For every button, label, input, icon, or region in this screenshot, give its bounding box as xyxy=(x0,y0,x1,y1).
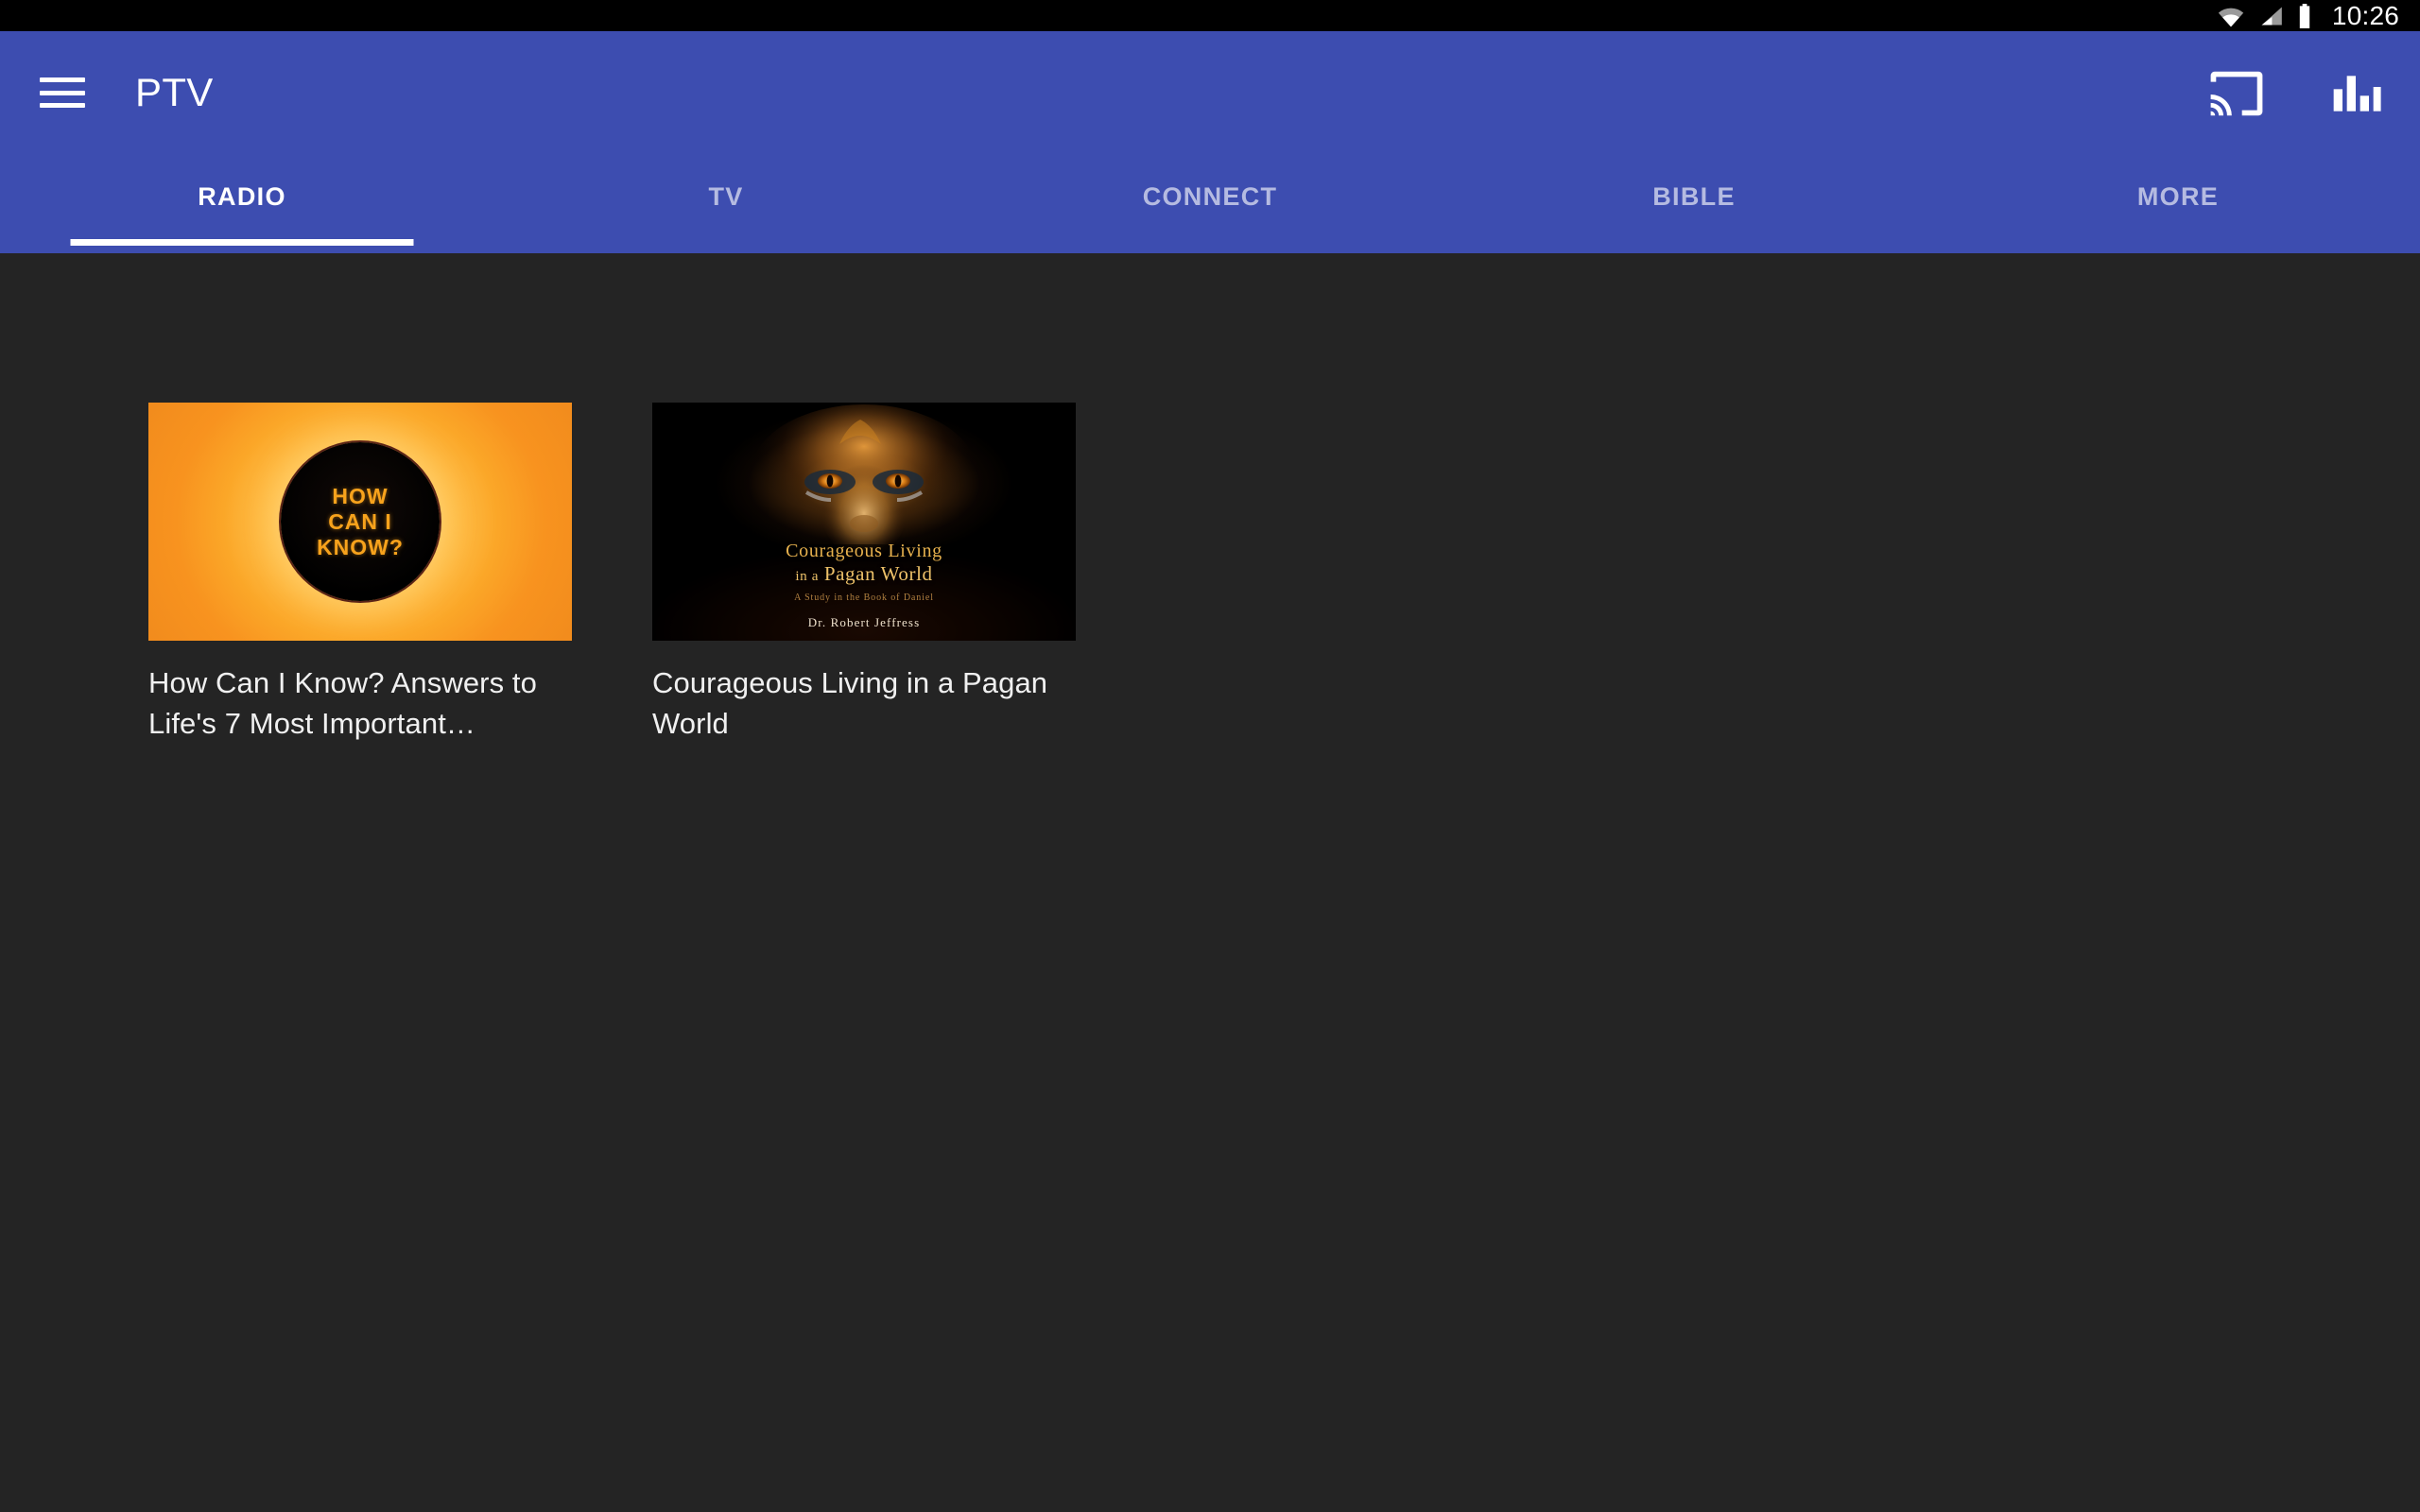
artwork-line: KNOW? xyxy=(317,534,404,559)
artwork-title-line2: in a Pagan World xyxy=(652,562,1076,589)
tab-radio[interactable]: RADIO xyxy=(0,154,484,253)
tab-tv[interactable]: TV xyxy=(484,154,968,253)
artwork-title-line2-prefix: in a xyxy=(795,569,819,584)
courageous-living-lion-artwork[interactable]: Courageous Living in a Pagan World A Stu… xyxy=(652,403,1076,641)
content-area: HOW CAN I KNOW? How Can I Know? Answers … xyxy=(0,253,2420,1512)
tab-label: RADIO xyxy=(198,182,286,211)
artwork-circle: HOW CAN I KNOW? xyxy=(281,442,440,601)
tab-bar: RADIO TV CONNECT BIBLE MORE xyxy=(0,154,2420,253)
wifi-icon xyxy=(2217,5,2245,27)
hamburger-bar xyxy=(40,90,85,95)
media-card-caption: Courageous Living in a Pagan World xyxy=(652,666,1048,740)
artwork-author: Dr. Robert Jeffress xyxy=(807,615,921,629)
artwork-title-line1: Courageous Living xyxy=(786,541,942,561)
equalizer-icon[interactable] xyxy=(2316,54,2395,133)
status-clock: 10:26 xyxy=(2331,1,2399,30)
battery-icon xyxy=(2296,3,2313,28)
tab-connect[interactable]: CONNECT xyxy=(968,154,1452,253)
hamburger-bar xyxy=(40,103,85,108)
status-bar: 10:26 xyxy=(0,0,2420,31)
tab-label: MORE xyxy=(2136,182,2220,211)
artwork-line: CAN I xyxy=(328,508,392,534)
media-card-caption: How Can I Know? Answers to Life's 7 Most… xyxy=(148,666,537,740)
tab-more[interactable]: MORE xyxy=(1936,154,2420,253)
how-can-i-know-artwork[interactable]: HOW CAN I KNOW? xyxy=(148,403,572,641)
tab-active-indicator xyxy=(70,239,414,246)
cellular-signal-icon xyxy=(2258,5,2283,27)
media-card[interactable]: HOW CAN I KNOW? How Can I Know? Answers … xyxy=(148,403,572,744)
tab-label: BIBLE xyxy=(1652,182,1736,211)
hamburger-bar xyxy=(40,77,85,82)
app-bar-actions xyxy=(2197,54,2395,133)
hamburger-menu-icon[interactable] xyxy=(40,71,85,114)
artwork-title-line2-main: Pagan World xyxy=(823,562,933,585)
tab-label: TV xyxy=(708,182,744,211)
app-title: PTV xyxy=(135,70,214,114)
tab-label: CONNECT xyxy=(1142,182,1278,211)
cast-icon[interactable] xyxy=(2197,54,2276,133)
tab-bible[interactable]: BIBLE xyxy=(1452,154,1936,253)
media-card-grid: HOW CAN I KNOW? How Can I Know? Answers … xyxy=(148,403,1076,744)
artwork-caption-block: Courageous Living in a Pagan World A Stu… xyxy=(652,541,1076,630)
media-card[interactable]: Courageous Living in a Pagan World A Stu… xyxy=(652,403,1076,744)
artwork-subtitle: A Study in the Book of Daniel xyxy=(794,593,934,603)
app-bar: PTV xyxy=(0,31,2420,154)
artwork-line: HOW xyxy=(332,483,389,508)
